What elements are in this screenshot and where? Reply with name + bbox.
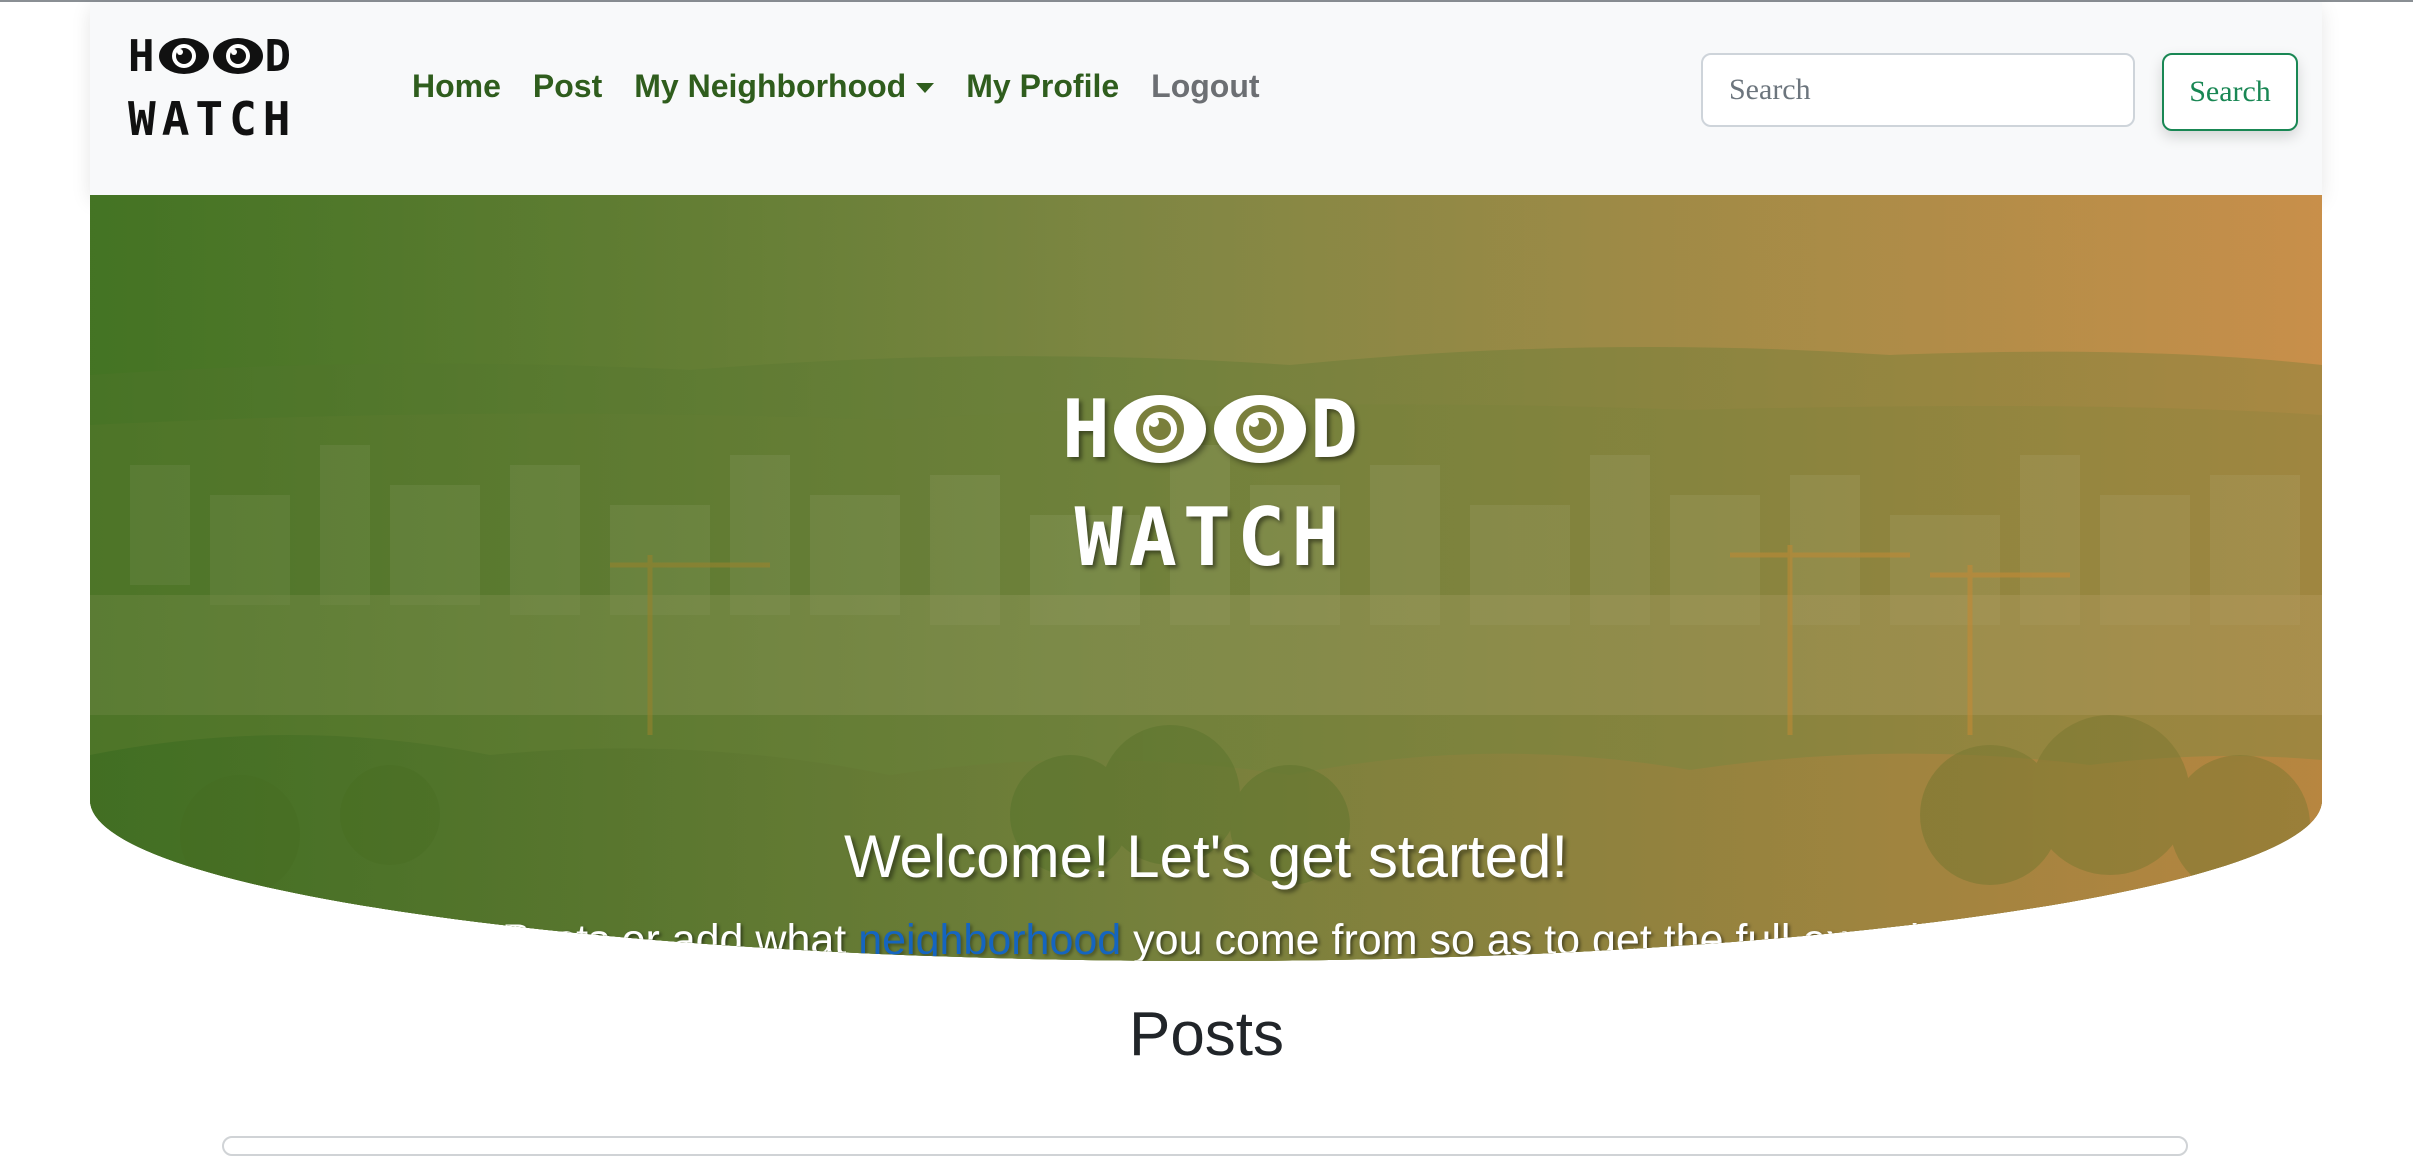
nav-item-label: My Profile bbox=[966, 68, 1120, 104]
hero-subtitle: Read Posts or add what neighborhood you … bbox=[90, 916, 2322, 962]
hero-title: Welcome! Let's get started! bbox=[843, 823, 1568, 890]
nav-item-label: Post bbox=[532, 68, 603, 104]
post-card[interactable] bbox=[222, 1136, 2188, 1156]
caret-down-icon bbox=[916, 82, 935, 93]
brand-letter-h: H bbox=[128, 30, 157, 82]
search-input[interactable] bbox=[1701, 53, 2135, 127]
eye-icon bbox=[1214, 395, 1306, 463]
brand-logo-line1: H D bbox=[128, 30, 328, 82]
brand-logo[interactable]: H D WATCH bbox=[128, 30, 328, 160]
nav-item-label: Logout bbox=[1151, 68, 1260, 104]
nav-item-post[interactable]: Post bbox=[517, 68, 618, 105]
nav-item-label: Home bbox=[412, 68, 501, 104]
nav-links: Home Post My Neighborhood My Profile Log… bbox=[396, 68, 1276, 105]
nav-item-logout[interactable]: Logout bbox=[1135, 68, 1275, 105]
hero-logo-letter-h: H bbox=[1061, 382, 1110, 476]
brand-logo-line2: WATCH bbox=[128, 92, 297, 146]
nav-item-my-neighborhood-dropdown[interactable]: My Neighborhood bbox=[618, 68, 950, 105]
neighborhood-link[interactable]: neighborhood bbox=[858, 916, 1121, 962]
brand-letter-d: D bbox=[264, 30, 293, 82]
hero-content: H D WATCH Welcome! Let's get started! Re… bbox=[90, 195, 2322, 962]
hero-logo-letter-d: D bbox=[1310, 382, 1359, 476]
search-button[interactable]: Search bbox=[2162, 53, 2298, 131]
nav-item-home[interactable]: Home bbox=[396, 68, 517, 105]
eye-icon bbox=[212, 38, 263, 74]
hero-subtitle-text-after: you come from so as to get the full expe… bbox=[1121, 916, 2025, 962]
hero-logo-line2: WATCH bbox=[1074, 491, 1346, 584]
eye-icon bbox=[158, 38, 209, 74]
nav-item-my-profile[interactable]: My Profile bbox=[950, 68, 1135, 105]
eye-icon bbox=[1114, 395, 1206, 463]
hero-logo-line1: H D bbox=[1030, 381, 1390, 477]
nav-item-label: My Neighborhood bbox=[634, 68, 907, 104]
hero-banner: H D WATCH Welcome! Let's get started! Re… bbox=[90, 195, 2322, 961]
hero-logo: H D WATCH bbox=[1030, 381, 1390, 591]
page-container: H D WATCH Home Post My Neighborhood My P… bbox=[90, 2, 2322, 961]
posts-heading: Posts bbox=[1128, 1000, 1285, 1069]
hero-subtitle-text-before: Read Posts or add what bbox=[387, 916, 859, 962]
navbar: H D WATCH Home Post My Neighborhood My P… bbox=[90, 2, 2322, 195]
